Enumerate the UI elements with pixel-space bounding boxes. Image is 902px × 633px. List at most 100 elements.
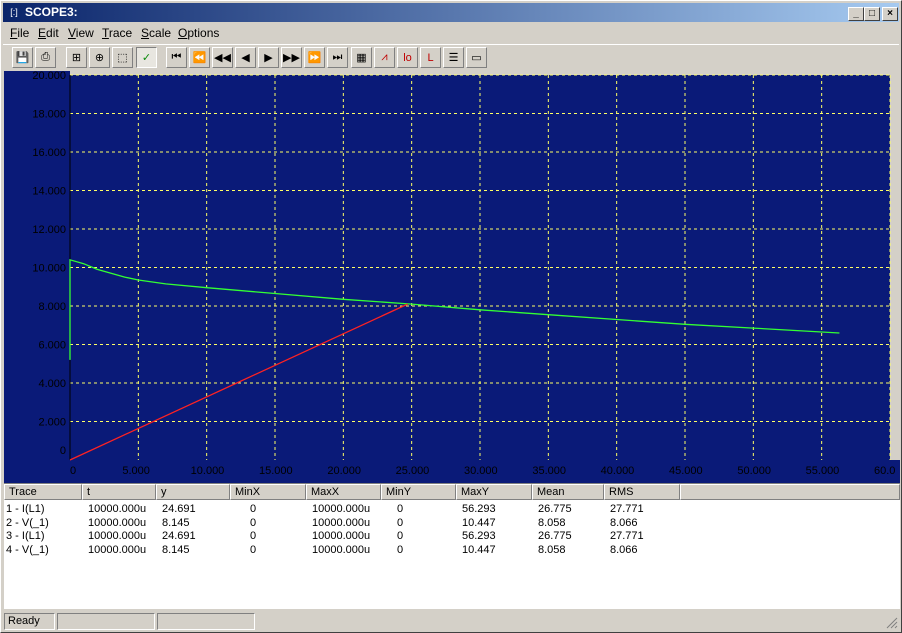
step-forward-icon[interactable]: ▶ [258, 47, 279, 68]
y-tick-label: 16.000 [32, 147, 66, 159]
x-tick-label: 50.000 [737, 465, 771, 477]
x-tick-label: 60.0 [874, 465, 895, 477]
table-cell: 27.771 [610, 530, 644, 542]
fast-forward-icon[interactable]: ⏩ [304, 47, 325, 68]
y-tick-label: 20.000 [32, 71, 66, 82]
table-cell: 10000.000u [88, 516, 147, 529]
y-tick-label: 12.000 [32, 224, 66, 236]
table-cell: 10000.000u [88, 503, 147, 515]
x-tick-label: 55.000 [806, 465, 840, 477]
y-tick-label: 6.000 [38, 340, 66, 352]
target-icon[interactable]: ⊕ [89, 47, 110, 68]
table-cell: 56.293 [462, 530, 496, 542]
first-icon[interactable]: ⏮ [166, 47, 187, 68]
table-cell: 8.058 [538, 516, 566, 529]
y-tick-label: 18.000 [32, 109, 66, 121]
status-bar: Ready [4, 611, 900, 631]
table-cell[interactable]: 3 - I(L1) [6, 530, 45, 543]
column-header-trace[interactable]: Trace [4, 484, 82, 500]
table-cell: 8.145 [162, 543, 190, 556]
table-cell: 10.447 [462, 543, 496, 556]
table-cell: 0 [397, 543, 404, 556]
resize-grip-icon[interactable] [886, 617, 898, 629]
table-cell: 56.293 [462, 503, 496, 515]
table-icon[interactable]: ▦ [351, 47, 372, 68]
y-tick-label: 0 [60, 445, 66, 457]
table-cell: 27.771 [610, 503, 644, 515]
table-cell: 26.775 [538, 503, 572, 515]
table-cell: 10000.000u [312, 543, 371, 556]
toolbar: 💾 ⎙ ⊞ ⊕ ⬚ ✓ ⏮ ⏪ ◀◀ ◀ ▶ ▶▶ ⏩ ⏭ ▦ ⩘ lo L ☰ ▭ [3, 44, 899, 71]
x-tick-label: 40.000 [601, 465, 635, 477]
table-cell: 8.058 [538, 543, 566, 556]
rewind-icon[interactable]: ◀◀ [212, 47, 233, 68]
plot-b-icon[interactable]: lo [397, 47, 418, 68]
column-header-t[interactable]: t [82, 484, 156, 500]
menu-scale[interactable]: Scale [141, 26, 171, 40]
table-cell: 10000.000u [88, 530, 147, 542]
menu-bar: File Edit View Trace Scale Options [3, 23, 899, 42]
column-header-maxx[interactable]: MaxX [306, 484, 381, 500]
table-cell[interactable]: 1 - I(L1) [6, 503, 45, 516]
check-icon[interactable]: ✓ [136, 47, 157, 68]
step-back-icon[interactable]: ◀ [235, 47, 256, 68]
plot-a-icon[interactable]: ⩘ [374, 47, 395, 68]
menu-options[interactable]: Options [178, 26, 219, 40]
column-header-minx[interactable]: MinX [230, 484, 306, 500]
menu-view[interactable]: View [68, 26, 94, 40]
table-cell: 0 [250, 503, 257, 515]
save-icon[interactable]: 💾 [12, 47, 33, 68]
forward-icon[interactable]: ▶▶ [281, 47, 302, 68]
scope-window: [:] SCOPE3: _ □ × File Edit View Trace S… [0, 0, 902, 633]
y-tick-label: 2.000 [38, 417, 66, 429]
menu-edit[interactable]: Edit [38, 26, 59, 40]
column-header-y[interactable]: y [156, 484, 230, 500]
table-cell: 10.447 [462, 516, 496, 529]
x-tick-label: 30.000 [464, 465, 498, 477]
plot-c-icon[interactable]: L [420, 47, 441, 68]
table-cell[interactable]: 4 - V(_1) [6, 544, 49, 557]
column-header-miny[interactable]: MinY [381, 484, 456, 500]
window-icon[interactable]: ▭ [466, 47, 487, 68]
column-header-filler [680, 484, 900, 500]
menu-trace[interactable]: Trace [102, 26, 132, 40]
table-cell: 10000.000u [312, 503, 371, 515]
print-icon[interactable]: ⎙ [35, 47, 56, 68]
y-tick-label: 4.000 [38, 378, 66, 390]
last-icon[interactable]: ⏭ [327, 47, 348, 68]
list-icon[interactable]: ☰ [443, 47, 464, 68]
scope-chart[interactable]: 0 5.000 10.000 15.000 20.000 25.000 30.000 35.0… [4, 70, 900, 483]
zoom-box-icon[interactable]: ⬚ [112, 47, 133, 68]
table-cell: 0 [397, 503, 404, 515]
x-tick-label: 15.000 [259, 465, 293, 477]
app-icon: [:] [10, 7, 18, 17]
column-header-maxy[interactable]: MaxY [456, 484, 532, 500]
table-cell: 24.691 [162, 503, 196, 515]
table-cell: 0 [250, 543, 257, 556]
table-cell: 8.066 [610, 516, 638, 529]
table-cell: 10000.000u [312, 516, 371, 529]
y-tick-label: 14.000 [32, 186, 66, 198]
y-tick-label: 10.000 [32, 263, 66, 275]
x-tick-label: 10.000 [191, 465, 225, 477]
title-bar[interactable]: [:] SCOPE3: _ □ × [3, 3, 899, 22]
table-cell: 0 [250, 530, 257, 542]
minimize-button[interactable]: _ [848, 7, 864, 21]
table-cell: 10000.000u [88, 543, 147, 556]
table-cell: 26.775 [538, 530, 572, 542]
cursor-mode-icon[interactable]: ⊞ [66, 47, 87, 68]
close-button[interactable]: × [882, 7, 898, 21]
table-cell: 8.066 [610, 543, 638, 556]
maximize-button[interactable]: □ [864, 7, 880, 21]
fast-rewind-icon[interactable]: ⏪ [189, 47, 210, 68]
status-text: Ready [4, 613, 55, 630]
window-title: SCOPE3: [25, 5, 78, 19]
plot-area[interactable]: 0 5.000 10.000 15.000 20.000 25.000 30.000 35.0… [4, 70, 900, 483]
column-header-mean[interactable]: Mean [532, 484, 604, 500]
table-cell: 0 [397, 516, 404, 529]
x-tick-label: 5.000 [122, 465, 150, 477]
menu-file[interactable]: File [10, 26, 29, 40]
column-header-rms[interactable]: RMS [604, 484, 680, 500]
status-pane-3 [157, 613, 255, 630]
table-cell[interactable]: 2 - V(_1) [6, 517, 49, 530]
